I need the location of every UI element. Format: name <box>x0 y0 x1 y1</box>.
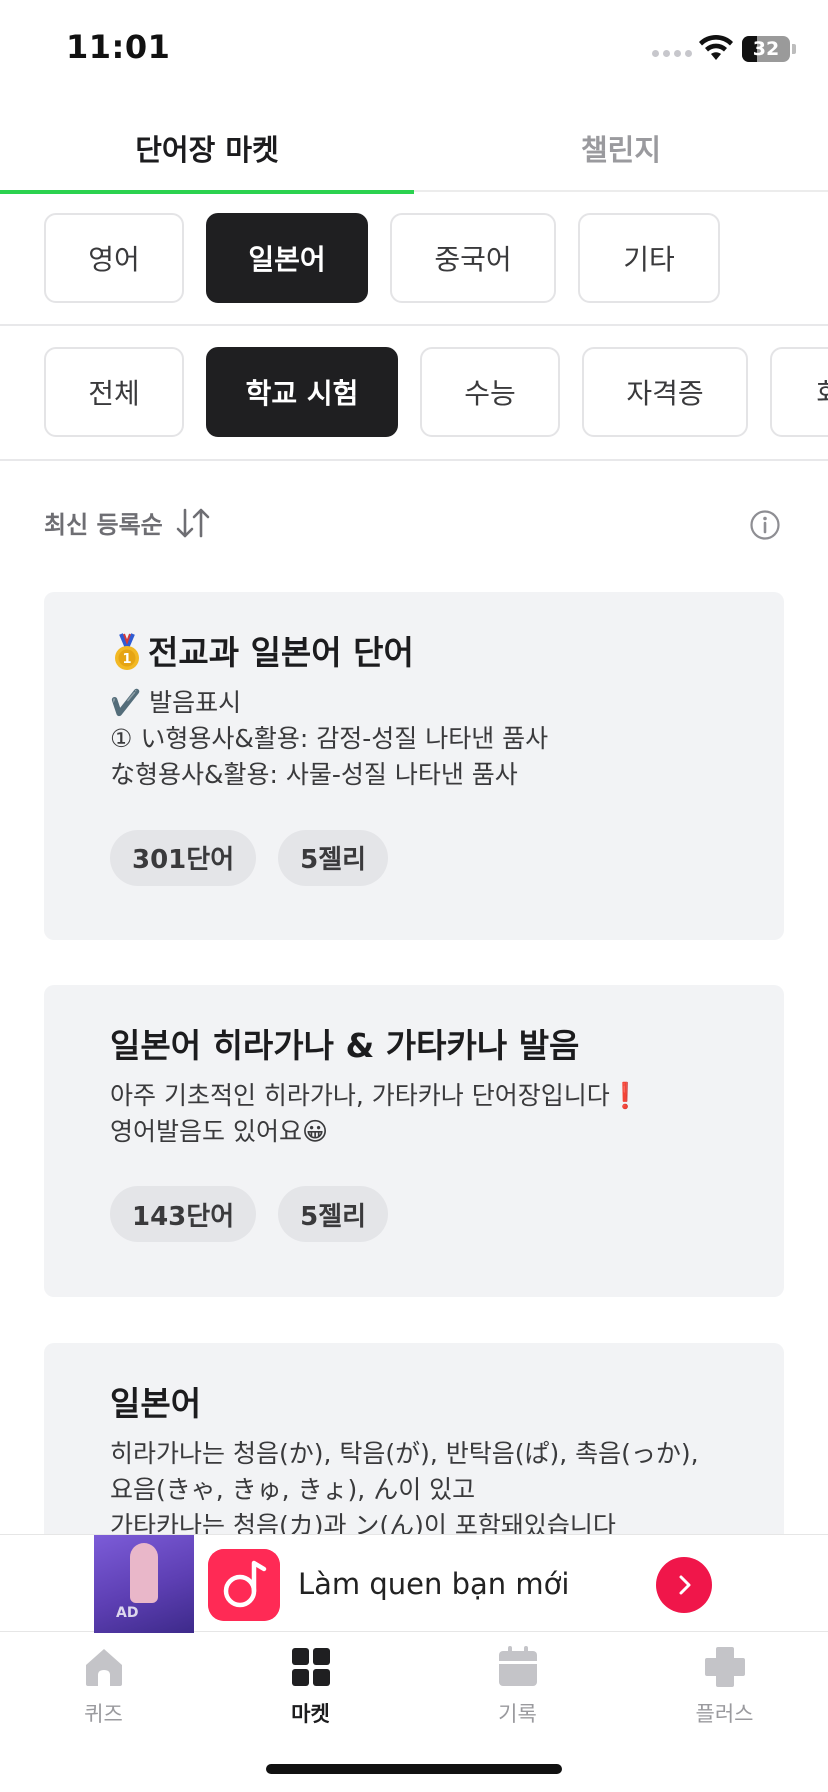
wordbook-card[interactable]: 일본어 히라가나는 청음(か), 탁음(が), 반탁음(ぱ), 촉음(っか), … <box>44 1343 784 1563</box>
gold-medal-icon: 1 <box>115 633 139 671</box>
tab-label: 단어장 마켓 <box>135 133 279 167</box>
chip-certificate[interactable]: 자격증 <box>582 347 748 437</box>
ad-thumbnail: AD <box>94 1535 194 1633</box>
info-icon[interactable] <box>749 509 781 541</box>
chip-school-exam[interactable]: 학교 시험 <box>206 347 398 437</box>
home-icon <box>85 1649 122 1686</box>
chevron-right-icon <box>679 1575 691 1595</box>
card-title: 전교과 일본어 단어 <box>148 633 414 672</box>
card-title-row: 1 전교과 일본어 단어 <box>110 632 718 675</box>
calendar-icon <box>498 1646 537 1686</box>
top-tabs: 단어장 마켓 챌린지 <box>0 104 828 194</box>
ad-text: Làm quen bạn mới <box>298 1567 570 1601</box>
price-badge: 5젤리 <box>278 1186 389 1243</box>
chip-japanese[interactable]: 일본어 <box>206 213 368 303</box>
home-indicator <box>266 1764 562 1774</box>
cellular-signal-icon <box>652 50 692 57</box>
ad-open-button[interactable] <box>656 1557 712 1613</box>
card-description: 히라가나는 청음(か), 탁음(が), 반탁음(ぱ), 촉음(っか), 요음(き… <box>110 1438 699 1541</box>
tab-wordbook-market[interactable]: 단어장 마켓 <box>0 104 414 194</box>
tab-challenge[interactable]: 챌린지 <box>414 104 828 192</box>
word-count-badge: 143단어 <box>110 1186 257 1243</box>
chip-chinese[interactable]: 중국어 <box>390 213 556 303</box>
ad-figure <box>130 1543 158 1603</box>
chip-all[interactable]: 전체 <box>44 347 184 437</box>
wifi-icon <box>699 34 733 60</box>
sort-label: 최신 등록순 <box>44 511 163 539</box>
language-filter: 영어 일본어 중국어 기타 <box>0 213 828 303</box>
tab-indicator <box>0 190 414 194</box>
card-description: ✔️ 발음표시 ① い형용사&활용: 감정-성질 나타낸 품사 な형용사&활용:… <box>110 687 549 790</box>
battery-level: 32 <box>752 38 780 60</box>
price-badge: 5젤리 <box>278 829 389 886</box>
battery-icon: 32 <box>742 36 790 62</box>
nav-label: 마켓 <box>291 1702 330 1726</box>
status-bar: 11:01 32 <box>0 0 828 100</box>
word-count-badge: 301단어 <box>110 829 257 886</box>
plus-icon <box>704 1647 745 1687</box>
divider <box>0 459 828 461</box>
nav-label: 퀴즈 <box>84 1702 123 1726</box>
wordbook-card[interactable]: 1 전교과 일본어 단어 ✔️ 발음표시 ① い형용사&활용: 감정-성질 나타… <box>44 592 784 940</box>
nav-label: 기록 <box>498 1702 537 1726</box>
chip-english[interactable]: 영어 <box>44 213 184 303</box>
card-description: 아주 기초적인 히라가나, 가타카나 단어장입니다❗️ 영어발음도 있어요😀 <box>110 1080 641 1147</box>
card-badges: 301단어 5젤리 <box>110 829 718 886</box>
category-filter: 전체 학교 시험 수능 자격증 회 <box>0 347 828 437</box>
chip-other[interactable]: 기타 <box>578 213 720 303</box>
card-title: 일본어 히라가나 & 가타카나 발음 <box>110 1026 580 1065</box>
svg-text:1: 1 <box>122 652 131 667</box>
ad-thumb-label: AD <box>116 1605 139 1621</box>
sort-icon <box>176 508 210 537</box>
divider <box>0 324 828 326</box>
wordbook-card[interactable]: 일본어 히라가나 & 가타카나 발음 아주 기초적인 히라가나, 가타카나 단어… <box>44 985 784 1297</box>
nav-label: 플러스 <box>695 1702 754 1726</box>
nav-plus[interactable]: 플러스 <box>621 1634 828 1792</box>
card-badges: 143단어 5젤리 <box>110 1186 718 1243</box>
chip-suneung[interactable]: 수능 <box>420 347 560 437</box>
card-title: 일본어 <box>110 1384 202 1423</box>
battery-tip <box>792 44 796 54</box>
sort-control[interactable]: 최신 등록순 <box>44 505 213 540</box>
app-logo-icon <box>208 1549 280 1621</box>
nav-quiz[interactable]: 퀴즈 <box>0 1634 207 1792</box>
tab-label: 챌린지 <box>580 133 662 167</box>
ad-banner[interactable]: AD Làm quen bạn mới <box>0 1534 828 1633</box>
status-time: 11:01 <box>66 28 171 66</box>
chip-more[interactable]: 회 <box>770 347 828 437</box>
grid-icon <box>291 1648 330 1686</box>
